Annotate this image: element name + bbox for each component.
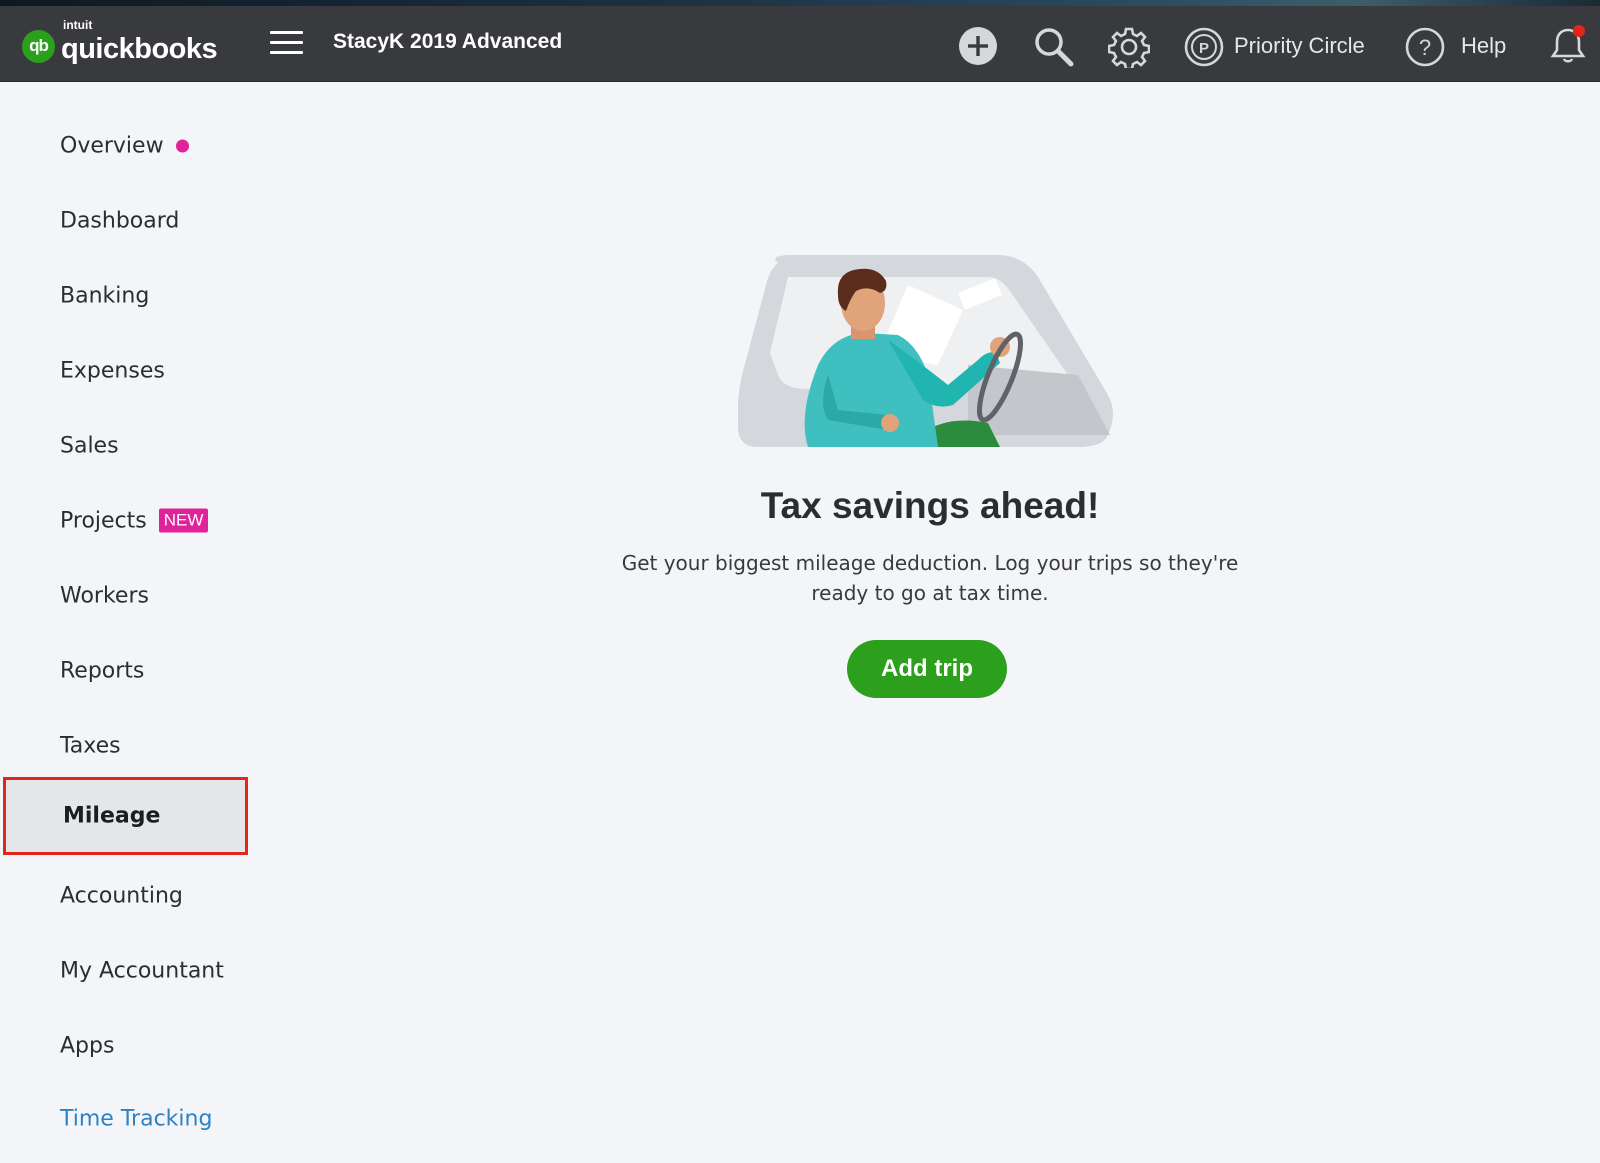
nav-item-label: Accounting [60,883,183,909]
priority-circle-label[interactable]: Priority Circle [1234,33,1365,59]
quickbooks-logo[interactable]: qb intuit quickbooks [22,18,218,69]
empty-state-description: Get your biggest mileage deduction. Log … [621,551,1239,605]
nav-item-apps[interactable]: Apps [0,1010,246,1082]
nav-item-label: Sales [60,433,119,459]
nav-item-label: Expenses [60,358,165,384]
menu-icon[interactable] [270,31,303,59]
logo-intuit-text: intuit [63,18,93,32]
nav-item-expenses[interactable]: Expenses [0,335,246,407]
logo-wordmark: intuit quickbooks [61,18,218,69]
nav-item-time-tracking[interactable]: Time Tracking [0,1083,246,1155]
driver-illustration [738,255,1113,447]
nav-item-projects[interactable]: Projects NEW [0,485,246,557]
help-icon[interactable]: ? [1405,27,1445,67]
svg-text:?: ? [1419,35,1431,60]
nav-item-label: Taxes [60,733,121,759]
top-bar: qb intuit quickbooks StacyK 2019 Advance… [0,6,1600,82]
company-name[interactable]: StacyK 2019 Advanced [333,30,562,54]
svg-text:P: P [1199,40,1209,57]
add-trip-button[interactable]: Add trip [847,640,1007,698]
nav-item-workers[interactable]: Workers [0,560,246,632]
nav-item-label: My Accountant [60,958,224,984]
logo-quickbooks-text: quickbooks [61,33,218,65]
search-icon[interactable] [1033,26,1075,68]
nav-item-my-accountant[interactable]: My Accountant [0,935,246,1007]
qb-logo-icon: qb [22,29,55,63]
nav-item-banking[interactable]: Banking [0,260,246,332]
nav-item-sales[interactable]: Sales [0,410,246,482]
help-label[interactable]: Help [1461,33,1506,59]
nav-item-label: Dashboard [60,208,180,234]
new-badge: NEW [158,508,209,533]
nav-item-label: Workers [60,583,149,609]
gear-icon[interactable] [1108,26,1150,68]
nav-item-label: Apps [60,1033,115,1059]
nav-item-mileage[interactable]: Mileage [3,777,248,855]
plus-circle-icon[interactable] [958,26,998,66]
nav-item-overview[interactable]: Overview [0,110,246,182]
nav-item-label: Projects [60,508,147,534]
bell-icon[interactable] [1548,24,1590,66]
nav-item-accounting[interactable]: Accounting [0,860,246,932]
notification-dot [175,139,189,152]
nav-item-taxes[interactable]: Taxes [0,710,246,782]
nav-item-reports[interactable]: Reports [0,635,246,707]
nav-item-dashboard[interactable]: Dashboard [0,185,246,257]
empty-state-title: Tax savings ahead! [760,485,1100,526]
nav-item-label: Overview [60,133,164,159]
priority-circle-icon[interactable]: P [1184,27,1224,67]
nav-item-label: Reports [60,658,145,684]
nav-item-label: Mileage [63,803,161,829]
nav-item-label: Time Tracking [60,1106,213,1132]
nav-item-label: Banking [60,283,150,309]
